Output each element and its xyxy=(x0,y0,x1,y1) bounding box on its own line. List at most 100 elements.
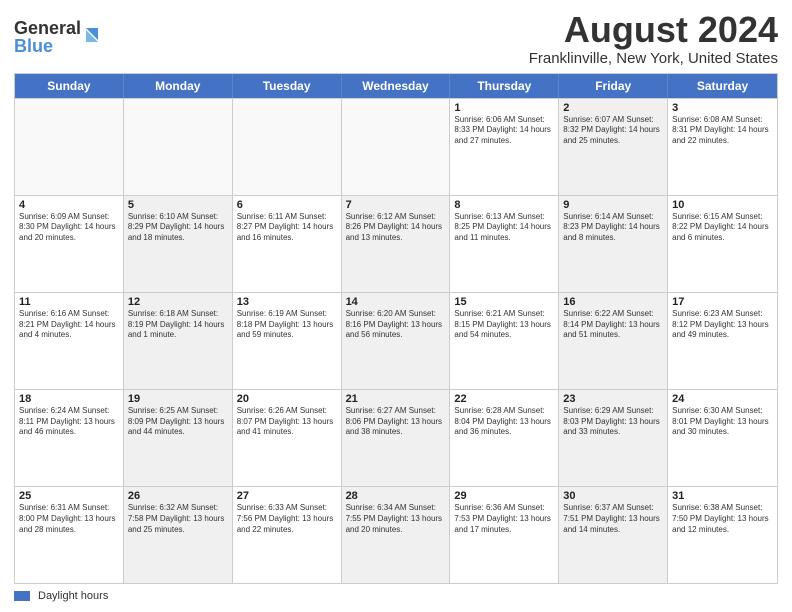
day-info: Sunrise: 6:25 AM Sunset: 8:09 PM Dayligh… xyxy=(128,406,228,438)
day-info: Sunrise: 6:14 AM Sunset: 8:23 PM Dayligh… xyxy=(563,212,663,244)
day-info: Sunrise: 6:33 AM Sunset: 7:56 PM Dayligh… xyxy=(237,503,337,535)
calendar-cell: 5Sunrise: 6:10 AM Sunset: 8:29 PM Daylig… xyxy=(124,196,233,292)
day-info: Sunrise: 6:07 AM Sunset: 8:32 PM Dayligh… xyxy=(563,115,663,147)
day-number: 27 xyxy=(237,490,337,502)
day-number: 23 xyxy=(563,393,663,405)
day-number: 22 xyxy=(454,393,554,405)
day-info: Sunrise: 6:11 AM Sunset: 8:27 PM Dayligh… xyxy=(237,212,337,244)
calendar-cell: 1Sunrise: 6:06 AM Sunset: 8:33 PM Daylig… xyxy=(450,99,559,195)
calendar-cell: 26Sunrise: 6:32 AM Sunset: 7:58 PM Dayli… xyxy=(124,487,233,583)
day-info: Sunrise: 6:12 AM Sunset: 8:26 PM Dayligh… xyxy=(346,212,446,244)
day-info: Sunrise: 6:29 AM Sunset: 8:03 PM Dayligh… xyxy=(563,406,663,438)
day-info: Sunrise: 6:21 AM Sunset: 8:15 PM Dayligh… xyxy=(454,309,554,341)
weekday-header-tuesday: Tuesday xyxy=(233,74,342,98)
day-number: 14 xyxy=(346,296,446,308)
calendar-week-5: 25Sunrise: 6:31 AM Sunset: 8:00 PM Dayli… xyxy=(15,486,777,583)
day-number: 16 xyxy=(563,296,663,308)
day-number: 2 xyxy=(563,102,663,114)
calendar-cell: 17Sunrise: 6:23 AM Sunset: 8:12 PM Dayli… xyxy=(668,293,777,389)
calendar-cell: 3Sunrise: 6:08 AM Sunset: 8:31 PM Daylig… xyxy=(668,99,777,195)
calendar-cell: 14Sunrise: 6:20 AM Sunset: 8:16 PM Dayli… xyxy=(342,293,451,389)
calendar-cell: 21Sunrise: 6:27 AM Sunset: 8:06 PM Dayli… xyxy=(342,390,451,486)
day-info: Sunrise: 6:37 AM Sunset: 7:51 PM Dayligh… xyxy=(563,503,663,535)
day-info: Sunrise: 6:36 AM Sunset: 7:53 PM Dayligh… xyxy=(454,503,554,535)
calendar-cell: 10Sunrise: 6:15 AM Sunset: 8:22 PM Dayli… xyxy=(668,196,777,292)
day-number: 29 xyxy=(454,490,554,502)
day-info: Sunrise: 6:20 AM Sunset: 8:16 PM Dayligh… xyxy=(346,309,446,341)
calendar-cell: 16Sunrise: 6:22 AM Sunset: 8:14 PM Dayli… xyxy=(559,293,668,389)
calendar-cell: 19Sunrise: 6:25 AM Sunset: 8:09 PM Dayli… xyxy=(124,390,233,486)
day-number: 12 xyxy=(128,296,228,308)
month-title: August 2024 xyxy=(529,10,778,50)
calendar-header: SundayMondayTuesdayWednesdayThursdayFrid… xyxy=(15,74,777,98)
day-number: 26 xyxy=(128,490,228,502)
calendar-cell: 2Sunrise: 6:07 AM Sunset: 8:32 PM Daylig… xyxy=(559,99,668,195)
svg-text:General: General xyxy=(14,18,81,38)
calendar-cell: 9Sunrise: 6:14 AM Sunset: 8:23 PM Daylig… xyxy=(559,196,668,292)
weekday-header-wednesday: Wednesday xyxy=(342,74,451,98)
day-number: 7 xyxy=(346,199,446,211)
calendar-cell: 4Sunrise: 6:09 AM Sunset: 8:30 PM Daylig… xyxy=(15,196,124,292)
calendar-cell: 31Sunrise: 6:38 AM Sunset: 7:50 PM Dayli… xyxy=(668,487,777,583)
day-number: 13 xyxy=(237,296,337,308)
day-number: 5 xyxy=(128,199,228,211)
day-info: Sunrise: 6:26 AM Sunset: 8:07 PM Dayligh… xyxy=(237,406,337,438)
day-number: 10 xyxy=(672,199,773,211)
calendar-cell xyxy=(233,99,342,195)
day-number: 18 xyxy=(19,393,119,405)
day-info: Sunrise: 6:23 AM Sunset: 8:12 PM Dayligh… xyxy=(672,309,773,341)
calendar-cell: 7Sunrise: 6:12 AM Sunset: 8:26 PM Daylig… xyxy=(342,196,451,292)
day-number: 1 xyxy=(454,102,554,114)
day-number: 30 xyxy=(563,490,663,502)
day-info: Sunrise: 6:28 AM Sunset: 8:04 PM Dayligh… xyxy=(454,406,554,438)
day-info: Sunrise: 6:10 AM Sunset: 8:29 PM Dayligh… xyxy=(128,212,228,244)
footer: Daylight hours xyxy=(14,590,778,602)
legend-label: Daylight hours xyxy=(38,590,108,602)
day-info: Sunrise: 6:27 AM Sunset: 8:06 PM Dayligh… xyxy=(346,406,446,438)
day-info: Sunrise: 6:15 AM Sunset: 8:22 PM Dayligh… xyxy=(672,212,773,244)
calendar-week-3: 11Sunrise: 6:16 AM Sunset: 8:21 PM Dayli… xyxy=(15,292,777,389)
calendar-week-1: 1Sunrise: 6:06 AM Sunset: 8:33 PM Daylig… xyxy=(15,98,777,195)
calendar-week-2: 4Sunrise: 6:09 AM Sunset: 8:30 PM Daylig… xyxy=(15,195,777,292)
day-number: 6 xyxy=(237,199,337,211)
day-info: Sunrise: 6:06 AM Sunset: 8:33 PM Dayligh… xyxy=(454,115,554,147)
day-info: Sunrise: 6:24 AM Sunset: 8:11 PM Dayligh… xyxy=(19,406,119,438)
day-number: 9 xyxy=(563,199,663,211)
day-number: 25 xyxy=(19,490,119,502)
logo-text: General Blue xyxy=(14,14,104,63)
calendar-week-4: 18Sunrise: 6:24 AM Sunset: 8:11 PM Dayli… xyxy=(15,389,777,486)
day-info: Sunrise: 6:13 AM Sunset: 8:25 PM Dayligh… xyxy=(454,212,554,244)
day-number: 20 xyxy=(237,393,337,405)
day-info: Sunrise: 6:32 AM Sunset: 7:58 PM Dayligh… xyxy=(128,503,228,535)
calendar-cell: 25Sunrise: 6:31 AM Sunset: 8:00 PM Dayli… xyxy=(15,487,124,583)
day-number: 28 xyxy=(346,490,446,502)
calendar-cell xyxy=(124,99,233,195)
weekday-header-sunday: Sunday xyxy=(15,74,124,98)
calendar-cell xyxy=(342,99,451,195)
day-number: 11 xyxy=(19,296,119,308)
weekday-header-monday: Monday xyxy=(124,74,233,98)
day-number: 4 xyxy=(19,199,119,211)
legend-color-box xyxy=(14,591,30,601)
location-title: Franklinville, New York, United States xyxy=(529,50,778,67)
day-info: Sunrise: 6:16 AM Sunset: 8:21 PM Dayligh… xyxy=(19,309,119,341)
calendar-cell: 27Sunrise: 6:33 AM Sunset: 7:56 PM Dayli… xyxy=(233,487,342,583)
svg-text:Blue: Blue xyxy=(14,36,53,56)
calendar-cell: 18Sunrise: 6:24 AM Sunset: 8:11 PM Dayli… xyxy=(15,390,124,486)
calendar-cell: 20Sunrise: 6:26 AM Sunset: 8:07 PM Dayli… xyxy=(233,390,342,486)
calendar-cell xyxy=(15,99,124,195)
day-info: Sunrise: 6:08 AM Sunset: 8:31 PM Dayligh… xyxy=(672,115,773,147)
day-info: Sunrise: 6:38 AM Sunset: 7:50 PM Dayligh… xyxy=(672,503,773,535)
calendar-body: 1Sunrise: 6:06 AM Sunset: 8:33 PM Daylig… xyxy=(15,98,777,583)
calendar-cell: 24Sunrise: 6:30 AM Sunset: 8:01 PM Dayli… xyxy=(668,390,777,486)
calendar-cell: 15Sunrise: 6:21 AM Sunset: 8:15 PM Dayli… xyxy=(450,293,559,389)
calendar-cell: 6Sunrise: 6:11 AM Sunset: 8:27 PM Daylig… xyxy=(233,196,342,292)
day-number: 31 xyxy=(672,490,773,502)
day-number: 21 xyxy=(346,393,446,405)
day-info: Sunrise: 6:18 AM Sunset: 8:19 PM Dayligh… xyxy=(128,309,228,341)
day-info: Sunrise: 6:19 AM Sunset: 8:18 PM Dayligh… xyxy=(237,309,337,341)
day-info: Sunrise: 6:22 AM Sunset: 8:14 PM Dayligh… xyxy=(563,309,663,341)
calendar-cell: 12Sunrise: 6:18 AM Sunset: 8:19 PM Dayli… xyxy=(124,293,233,389)
calendar-cell: 22Sunrise: 6:28 AM Sunset: 8:04 PM Dayli… xyxy=(450,390,559,486)
weekday-header-thursday: Thursday xyxy=(450,74,559,98)
